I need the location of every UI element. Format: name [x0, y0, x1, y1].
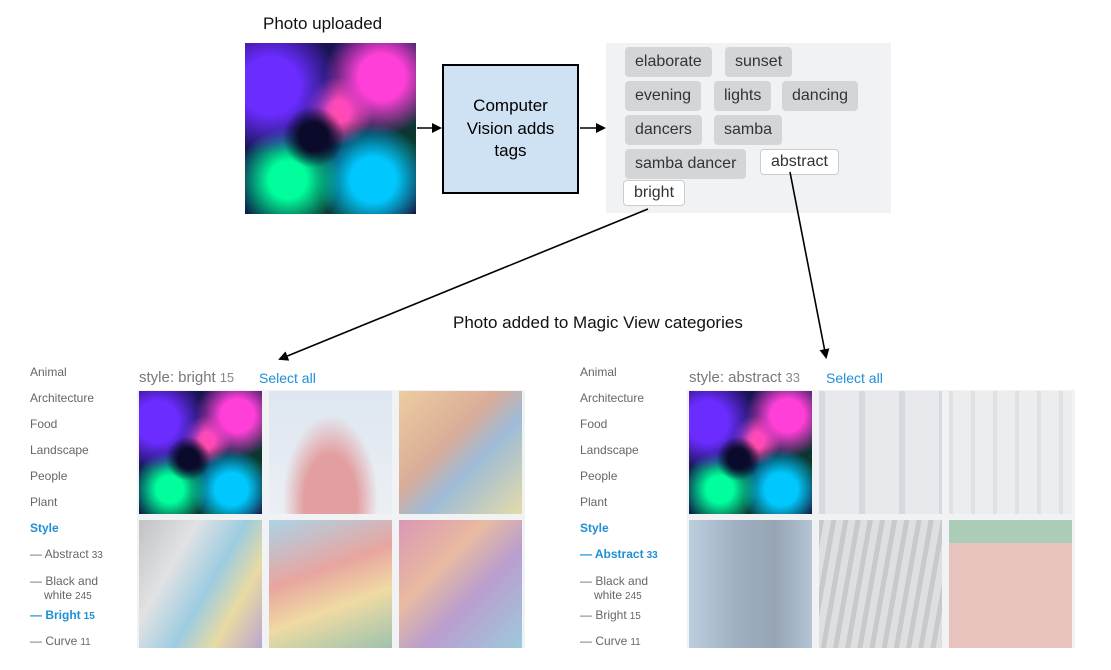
arrow-abstract-to-right-panel — [789, 171, 830, 359]
flow-arrows — [278, 123, 830, 361]
arrow-bright-to-left-panel — [278, 208, 649, 361]
